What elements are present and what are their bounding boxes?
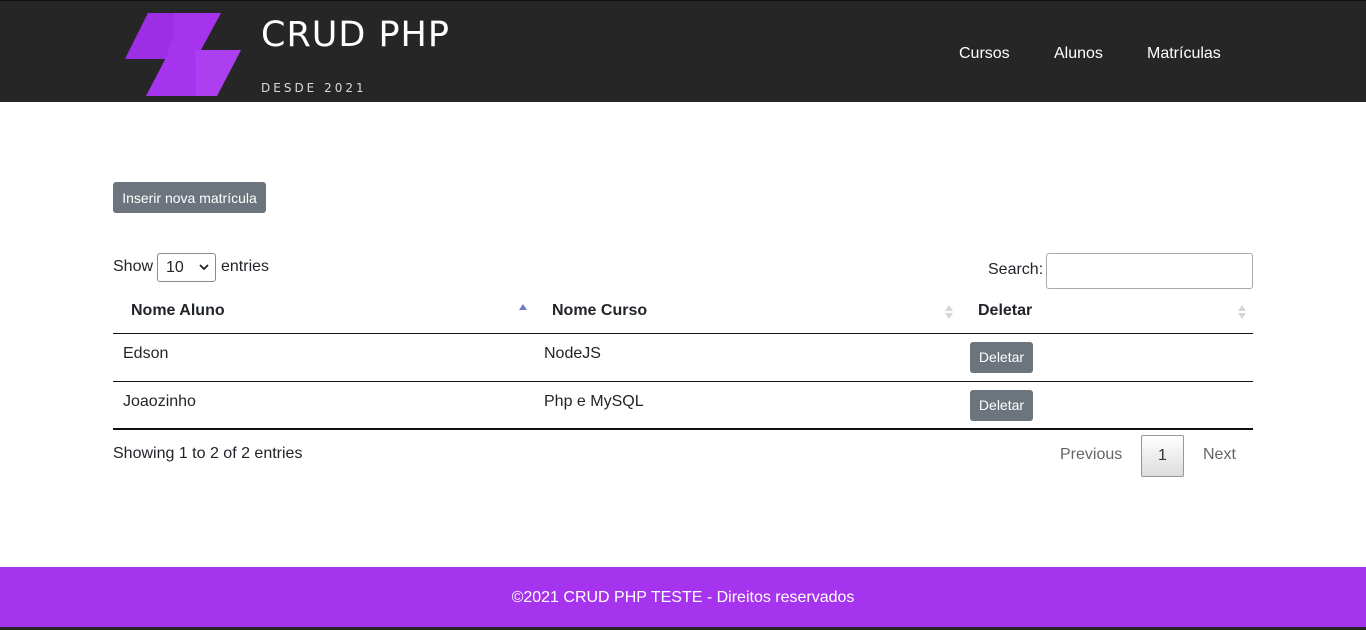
column-header-label: Nome Aluno bbox=[131, 302, 225, 320]
cell-nome-curso: NodeJS bbox=[534, 333, 960, 382]
table-info: Showing 1 to 2 of 2 entries bbox=[113, 445, 303, 462]
column-header-deletar[interactable]: Deletar bbox=[960, 290, 1253, 334]
chevron-down-icon bbox=[199, 264, 209, 271]
column-header-label: Deletar bbox=[978, 302, 1033, 320]
table-header-row: Nome Aluno Nome Curso Deletar bbox=[113, 290, 1253, 334]
delete-button[interactable]: Deletar bbox=[970, 389, 1033, 421]
nav-link-cursos[interactable]: Cursos bbox=[959, 45, 1010, 63]
column-header-nome-aluno[interactable]: Nome Aluno bbox=[113, 290, 534, 334]
sort-ascending-icon bbox=[519, 304, 527, 310]
sort-icon bbox=[1238, 305, 1246, 319]
search-input[interactable] bbox=[1046, 253, 1253, 289]
nav-link-alunos[interactable]: Alunos bbox=[1054, 45, 1103, 63]
column-header-nome-curso[interactable]: Nome Curso bbox=[534, 290, 960, 334]
cell-deletar: Deletar bbox=[960, 381, 1253, 430]
insert-enrollment-button[interactable]: Inserir nova matrícula bbox=[113, 182, 266, 213]
brand-logo-icon[interactable] bbox=[124, 13, 244, 97]
delete-button[interactable]: Deletar bbox=[970, 341, 1033, 373]
table-row: Edson NodeJS Deletar bbox=[113, 333, 1253, 382]
top-navbar: CRUD PHP DESDE 2021 Cursos Alunos Matríc… bbox=[0, 0, 1366, 102]
entries-per-page-value: 10 bbox=[166, 258, 184, 276]
show-label: Show bbox=[113, 258, 154, 275]
footer-copyright: ©2021 CRUD PHP TESTE - Direitos reservad… bbox=[511, 588, 855, 606]
table-row: Joaozinho Php e MySQL Deletar bbox=[113, 381, 1253, 430]
pagination-previous[interactable]: Previous bbox=[1060, 446, 1122, 464]
cell-nome-aluno: Edson bbox=[113, 333, 534, 382]
sort-icon bbox=[945, 305, 953, 319]
entries-per-page-select[interactable]: 10 bbox=[157, 253, 216, 282]
page-footer: ©2021 CRUD PHP TESTE - Direitos reservad… bbox=[0, 567, 1366, 630]
pagination-page-1[interactable]: 1 bbox=[1141, 435, 1184, 477]
cell-nome-aluno: Joaozinho bbox=[113, 381, 534, 430]
pagination-next[interactable]: Next bbox=[1203, 446, 1236, 464]
nav-link-matriculas[interactable]: Matrículas bbox=[1147, 45, 1221, 63]
brand-title[interactable]: CRUD PHP bbox=[261, 15, 450, 55]
cell-nome-curso: Php e MySQL bbox=[534, 381, 960, 430]
entries-label: entries bbox=[221, 258, 270, 275]
brand-subtitle: DESDE 2021 bbox=[261, 81, 367, 95]
column-header-label: Nome Curso bbox=[552, 302, 648, 320]
enrollments-table: Nome Aluno Nome Curso Deletar Edson Node… bbox=[113, 290, 1253, 430]
search-label: Search: bbox=[988, 261, 1044, 278]
cell-deletar: Deletar bbox=[960, 333, 1253, 382]
